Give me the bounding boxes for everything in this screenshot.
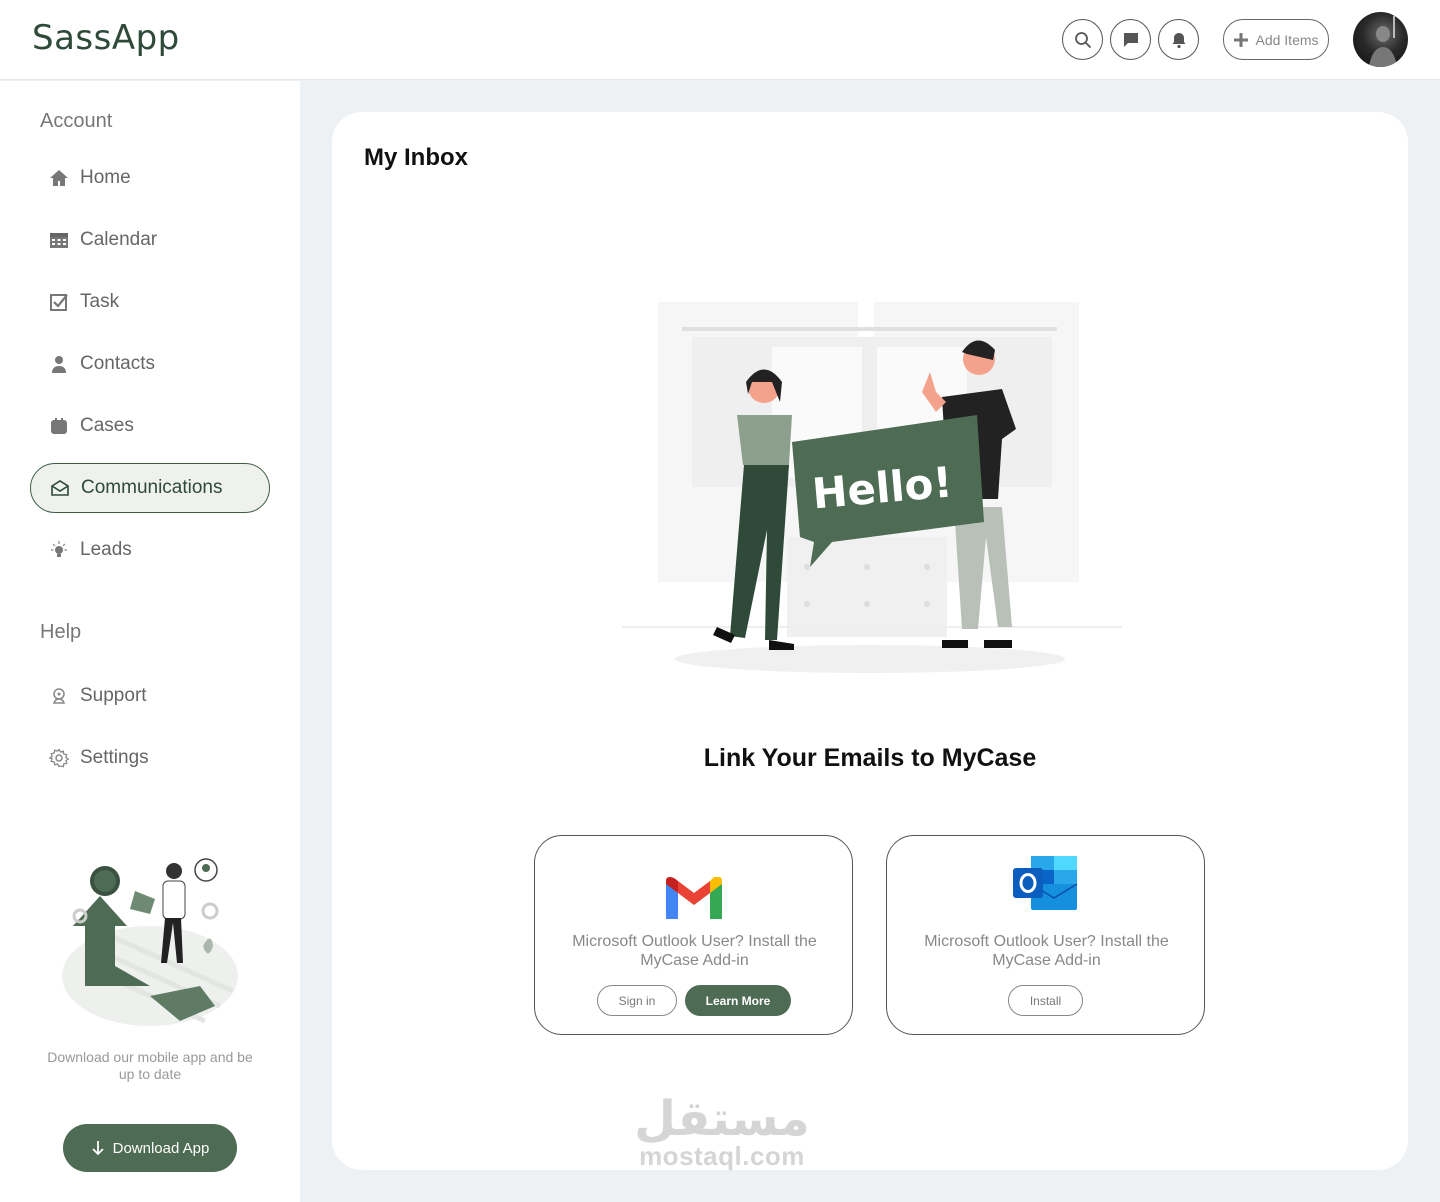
sidebar-item-label: Contacts: [80, 353, 155, 374]
sidebar-item-communications[interactable]: Communications: [30, 463, 270, 513]
watermark: مستقل mostaql.com: [632, 1091, 812, 1172]
sidebar-item-label: Calendar: [80, 229, 158, 250]
download-app-button[interactable]: Download App: [63, 1124, 237, 1172]
sidebar-item-label: Support: [80, 685, 147, 706]
account-section-title: Account: [40, 110, 113, 132]
outlook-description: Microsoft Outlook User? Install the MyCa…: [924, 933, 1169, 969]
gmail-description: Microsoft Outlook User? Install the MyCa…: [572, 933, 817, 969]
inbox-card: My Inbox Hello! Link Your Emails to MyCa…: [332, 112, 1408, 1172]
chat-icon: [1123, 32, 1138, 47]
notifications-button[interactable]: [1158, 19, 1199, 60]
sidebar-item-calendar[interactable]: Calendar: [30, 215, 270, 265]
top-header: SassApp Add Items: [0, 0, 1440, 80]
page-title: My Inbox: [364, 144, 469, 171]
sidebar-item-label: Communications: [81, 477, 223, 498]
link-emails-title: Link Your Emails to MyCase: [703, 744, 1037, 772]
gear-icon: [48, 747, 70, 769]
envelope-open-icon: [49, 477, 71, 499]
mobile-app-illustration: [62, 858, 238, 1026]
download-app-label: Download App: [112, 1139, 210, 1157]
bell-icon: [1172, 32, 1185, 48]
sign-in-button[interactable]: Sign in: [597, 985, 677, 1016]
sidebar-item-label: Task: [80, 291, 120, 312]
help-section-title: Help: [40, 621, 82, 643]
hello-illustration: Hello!: [622, 302, 1122, 673]
sidebar-item-label: Settings: [80, 747, 149, 768]
watermark-english: mostaql.com: [639, 1141, 805, 1171]
arrow-down-icon: [91, 1141, 104, 1156]
person-icon: [48, 353, 70, 375]
support-icon: [48, 685, 70, 707]
learn-more-button[interactable]: Learn More: [685, 985, 791, 1016]
sidebar-item-support[interactable]: Support: [30, 671, 270, 721]
add-items-label: Add Items: [1255, 31, 1319, 48]
watermark-arabic: مستقل: [634, 1091, 810, 1147]
sidebar-item-contacts[interactable]: Contacts: [30, 339, 270, 389]
install-button[interactable]: Install: [1008, 985, 1083, 1016]
search-icon: [1074, 31, 1091, 48]
search-button[interactable]: [1062, 19, 1103, 60]
sidebar-item-cases[interactable]: Cases: [30, 401, 270, 451]
task-icon: [48, 291, 70, 313]
messages-button[interactable]: [1110, 19, 1151, 60]
sidebar-item-task[interactable]: Task: [30, 277, 270, 327]
plus-icon: [1234, 32, 1249, 47]
outlook-logo-icon: [1012, 856, 1077, 910]
avatar-image: [1369, 16, 1397, 67]
sidebar-item-label: Leads: [80, 539, 132, 560]
lightbulb-icon: [48, 539, 70, 561]
sidebar-item-label: Cases: [80, 415, 134, 436]
app-logo[interactable]: SassApp: [32, 18, 180, 58]
briefcase-icon: [48, 415, 70, 437]
sidebar-item-settings[interactable]: Settings: [30, 733, 270, 783]
sidebar-item-leads[interactable]: Leads: [30, 525, 270, 575]
sidebar-item-home[interactable]: Home: [30, 153, 270, 203]
user-avatar[interactable]: [1353, 12, 1408, 67]
add-items-button[interactable]: Add Items: [1223, 19, 1329, 60]
gmail-card: Microsoft Outlook User? Install the MyCa…: [534, 835, 853, 1035]
sidebar-item-label: Home: [80, 167, 131, 188]
gmail-logo-icon: [665, 877, 722, 919]
promo-text: Download our mobile app and be up to dat…: [47, 1049, 253, 1082]
sidebar: Account Home Calendar Task Contacts Case…: [0, 81, 300, 1202]
outlook-card: Microsoft Outlook User? Install the MyCa…: [886, 835, 1205, 1035]
calendar-icon: [48, 229, 70, 251]
home-icon: [48, 167, 70, 189]
